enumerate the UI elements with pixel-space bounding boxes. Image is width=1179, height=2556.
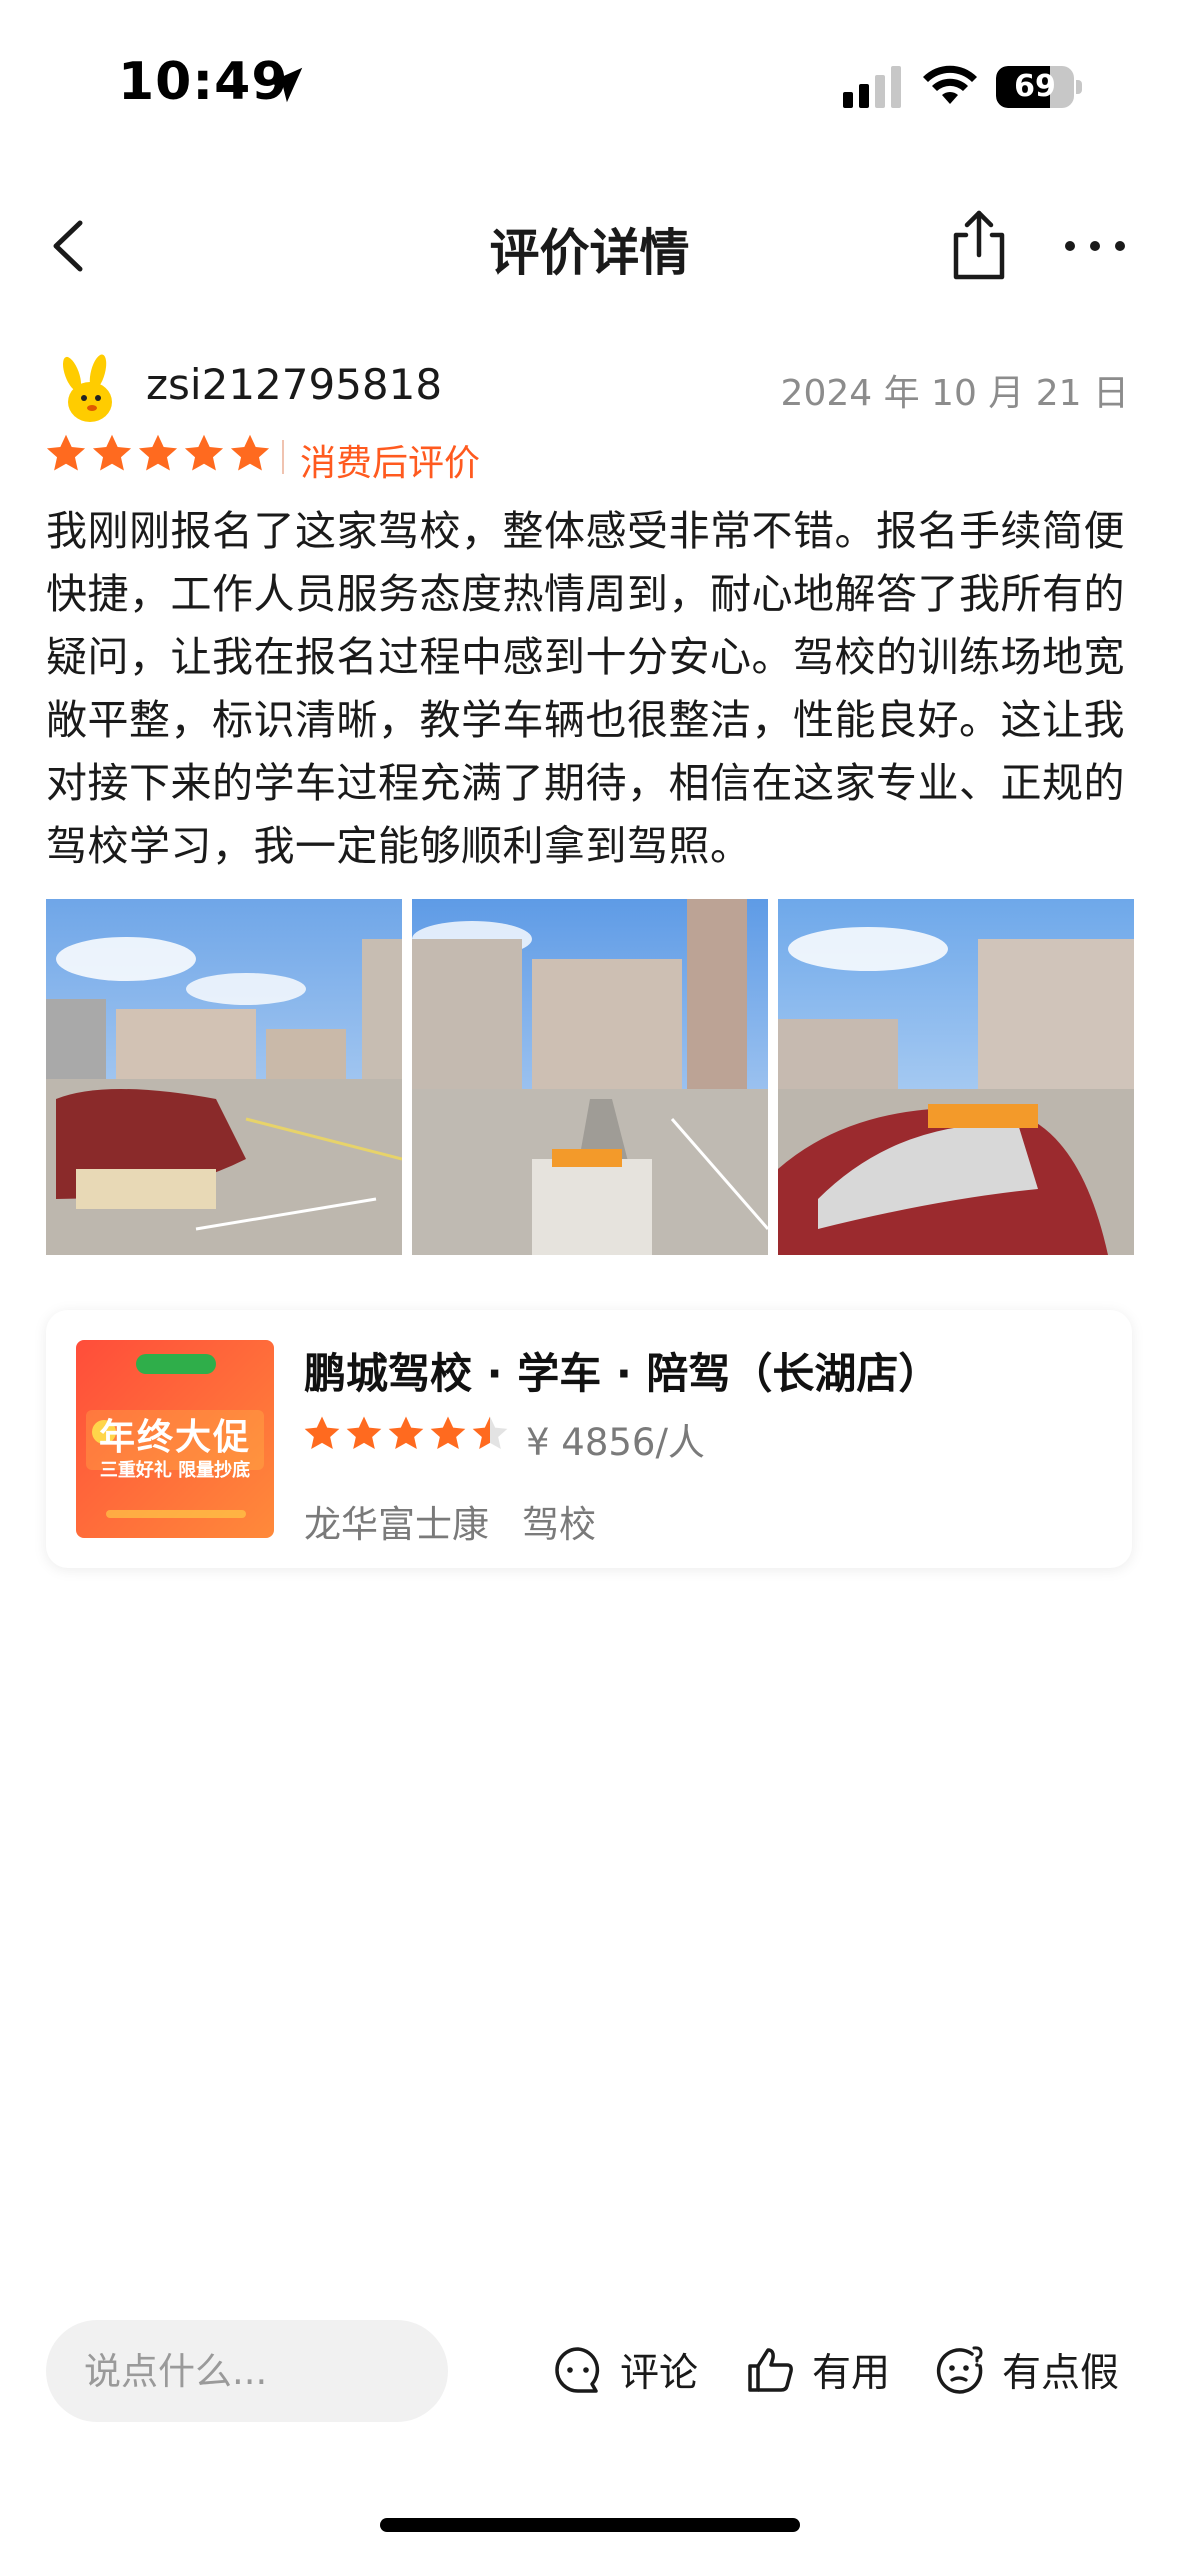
shop-category: 驾校: [522, 1503, 596, 1546]
battery-percent: 69: [1014, 69, 1056, 104]
star-icon: [184, 434, 224, 471]
review-photo-1[interactable]: [46, 899, 402, 1255]
review-photo-3[interactable]: [778, 899, 1134, 1255]
star-icon: [472, 1416, 508, 1449]
fake-label: 有点假: [1002, 2351, 1120, 2396]
wifi-icon: [923, 65, 977, 104]
comment-icon: [555, 2347, 600, 2393]
shop-area: 龙华富士康: [304, 1503, 489, 1546]
shop-card[interactable]: 年终大促 三重好礼 限量抄底 鹏城驾校 · 学车 · 陪驾（长湖店） ¥ 485…: [46, 1310, 1132, 1568]
shop-promo-subtext: 三重好礼 限量抄底: [99, 1460, 251, 1481]
review-text: 我刚刚报名了这家驾校，整体感受非常不错。报名手续简便快捷，工作人员服务态度热情周…: [46, 507, 1125, 870]
star-icon: [346, 1416, 382, 1449]
battery-icon: 69: [996, 66, 1082, 108]
nav-bar: 评价详情: [0, 185, 1179, 305]
star-icon: [388, 1416, 424, 1449]
more-options-icon[interactable]: [1060, 221, 1130, 271]
star-icon: [430, 1416, 466, 1449]
star-icon: [304, 1416, 340, 1449]
reviewer-username[interactable]: zsi212795818: [146, 360, 442, 409]
star-icon: [46, 434, 86, 471]
divider: [282, 440, 284, 474]
share-icon[interactable]: [944, 205, 1014, 285]
useful-button[interactable]: 有用: [744, 2340, 890, 2400]
shop-name: 鹏城驾校 · 学车 · 陪驾（长湖店）: [304, 1349, 941, 1398]
shop-thumbnail: 年终大促 三重好礼 限量抄底: [76, 1340, 274, 1538]
comment-label: 评论: [620, 2351, 699, 2396]
shop-price: ¥ 4856/人: [526, 1421, 705, 1464]
star-icon: [92, 434, 132, 471]
shop-rating-stars: [302, 1414, 512, 1454]
fake-button[interactable]: 有点假: [934, 2340, 1119, 2400]
status-bar: 10:49 69: [0, 0, 1179, 150]
cellular-signal-icon: [843, 66, 901, 108]
doubt-face-icon: [936, 2346, 983, 2394]
home-indicator[interactable]: [380, 2518, 800, 2532]
shop-promo-text: 年终大促: [98, 1417, 251, 1458]
review-tag: 消费后评价: [300, 443, 481, 484]
thumbs-up-icon: [748, 2348, 793, 2392]
location-arrow-icon: [267, 67, 303, 103]
star-icon: [230, 434, 270, 471]
review-photo-2[interactable]: [412, 899, 768, 1255]
useful-label: 有用: [812, 2351, 891, 2396]
comment-input[interactable]: [46, 2320, 448, 2422]
review-rating-stars: [44, 432, 274, 476]
star-icon: [138, 434, 178, 471]
review-date: 2024 年 10 月 21 日: [780, 373, 1129, 414]
avatar[interactable]: [50, 352, 126, 428]
comment-button[interactable]: 评论: [552, 2340, 698, 2400]
